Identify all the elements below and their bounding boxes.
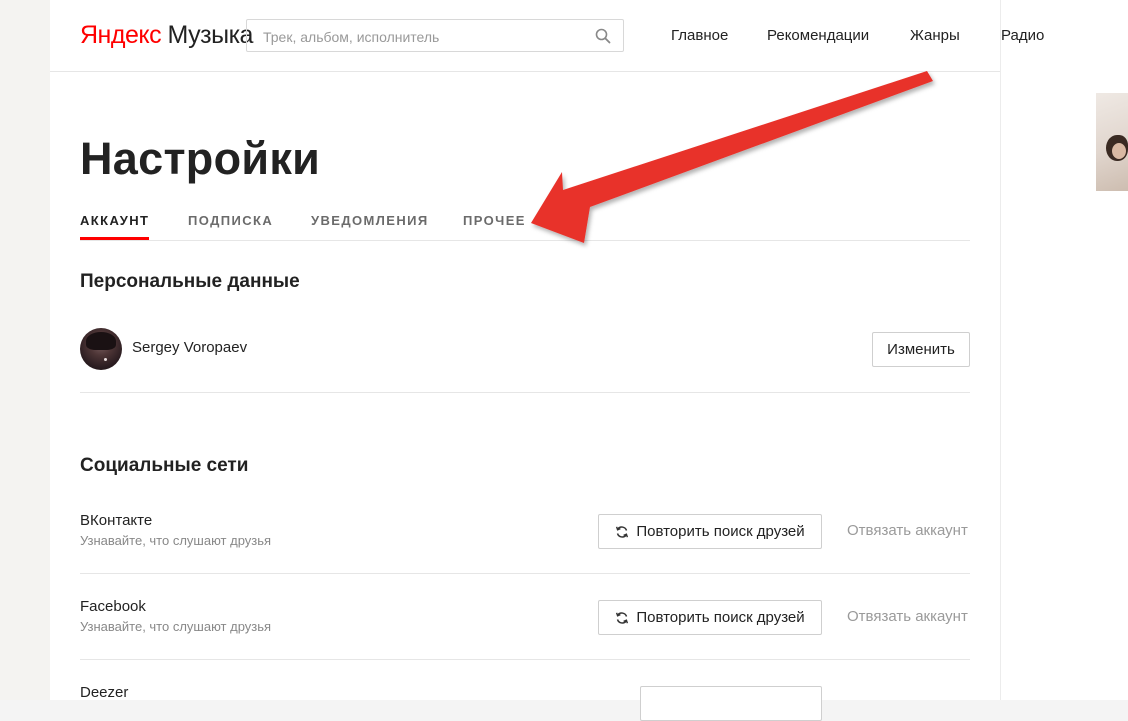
logo-brand: Яндекс: [80, 21, 162, 49]
social-desc-vk: Узнавайте, что слушают друзья: [80, 533, 272, 548]
facebook-refresh-friends-button[interactable]: Повторить поиск друзей: [598, 600, 822, 635]
thumbnail-face: [1112, 143, 1126, 159]
social-name-vk: ВКонтакте: [80, 512, 153, 529]
tab-account-label: АККАУНТ: [80, 213, 150, 228]
active-tab-underline: [80, 237, 150, 240]
nav-item-radio[interactable]: Радио: [1001, 27, 1044, 44]
settings-page: Яндекс Музыка Главное Рекомендации Жанры…: [50, 0, 1044, 721]
edit-profile-button[interactable]: Изменить: [872, 332, 970, 367]
divider: [80, 573, 970, 574]
divider: [80, 392, 970, 393]
social-name-deezer: Deezer: [80, 684, 129, 701]
avatar-hair: [86, 332, 116, 350]
deezer-action-button[interactable]: [640, 686, 822, 721]
logo-product: Музыка: [167, 21, 254, 49]
divider: [80, 659, 970, 660]
nav-item-genres[interactable]: Жанры: [910, 27, 960, 44]
tab-other-label: ПРОЧЕЕ: [463, 213, 526, 228]
facebook-unlink-link[interactable]: Отвязать аккаунт: [847, 608, 968, 625]
settings-tabs: АККАУНТ ПОДПИСКА УВЕДОМЛЕНИЯ ПРОЧЕЕ: [80, 213, 970, 241]
vk-unlink-link[interactable]: Отвязать аккаунт: [847, 522, 968, 539]
search-input[interactable]: [261, 20, 595, 53]
logo[interactable]: Яндекс Музыка: [80, 21, 253, 50]
personal-data-heading: Персональные данные: [80, 271, 300, 292]
page-title: Настройки: [80, 133, 321, 184]
tab-account[interactable]: АККАУНТ: [80, 213, 150, 240]
header: Яндекс Музыка Главное Рекомендации Жанры…: [50, 0, 1044, 72]
social-name-facebook: Facebook: [80, 598, 146, 615]
nav-item-main[interactable]: Главное: [671, 27, 728, 44]
refresh-icon: [616, 525, 629, 538]
social-desc-facebook: Узнавайте, что слушают друзья: [80, 619, 272, 634]
social-networks-heading: Социальные сети: [80, 455, 249, 476]
avatar: [80, 328, 122, 370]
tab-subscription-label: ПОДПИСКА: [188, 213, 274, 228]
left-gutter: [0, 0, 50, 700]
refresh-icon: [616, 611, 629, 624]
vk-refresh-friends-label: Повторить поиск друзей: [636, 523, 805, 540]
nav-item-recommendations[interactable]: Рекомендации: [767, 27, 869, 44]
facebook-refresh-friends-label: Повторить поиск друзей: [636, 609, 805, 626]
vk-refresh-friends-button[interactable]: Повторить поиск друзей: [598, 514, 822, 549]
tab-notifications-label: УВЕДОМЛЕНИЯ: [311, 213, 429, 228]
promo-thumbnail[interactable]: [1096, 93, 1128, 191]
tab-subscription[interactable]: ПОДПИСКА: [188, 213, 273, 239]
user-name: Sergey Voropaev: [132, 339, 248, 356]
search-box: [246, 19, 624, 53]
tab-notifications[interactable]: УВЕДОМЛЕНИЯ: [311, 213, 429, 239]
search-icon[interactable]: [595, 28, 611, 44]
tab-other[interactable]: ПРОЧЕЕ: [463, 213, 526, 239]
avatar-highlight: [104, 358, 107, 361]
